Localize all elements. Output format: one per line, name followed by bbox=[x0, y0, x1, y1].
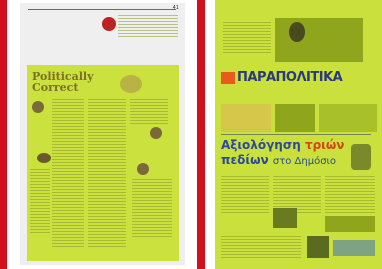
header-rule bbox=[28, 9, 176, 12]
right-divider bbox=[197, 0, 205, 269]
story-column-1 bbox=[221, 176, 269, 215]
banner-person bbox=[289, 22, 305, 42]
left-divider bbox=[0, 0, 7, 269]
top-banner-photo bbox=[275, 18, 363, 62]
portrait-3 bbox=[150, 127, 162, 139]
portrait-1 bbox=[32, 101, 44, 113]
article-column-2 bbox=[88, 99, 126, 249]
headline-line-2: πεδίων στο Δημόσιο bbox=[221, 153, 337, 167]
headline-line-1: Αξιολόγηση τριών bbox=[221, 138, 345, 152]
bottom-promo-right-2 bbox=[333, 240, 375, 256]
banner-text bbox=[223, 22, 271, 55]
logo-badge bbox=[221, 72, 235, 84]
masthead: ΠΑΡΑΠΟΛΙΤΙΚΑ bbox=[237, 70, 343, 85]
bottom-photo-1 bbox=[273, 208, 297, 228]
article-column-4 bbox=[30, 169, 50, 235]
bottom-text bbox=[221, 236, 301, 260]
caricature-icon bbox=[120, 75, 142, 93]
promo-box-3 bbox=[319, 104, 377, 132]
left-magazine-page[interactable]: 41 Politically Correct bbox=[20, 3, 185, 265]
story-column-3 bbox=[325, 176, 375, 215]
article-column-1 bbox=[52, 99, 84, 249]
article-column-5 bbox=[132, 179, 172, 239]
subhead-line bbox=[221, 134, 371, 137]
portrait-4 bbox=[137, 163, 149, 175]
author-photo bbox=[102, 17, 116, 31]
bottom-promo-right bbox=[325, 216, 375, 232]
article-column-3 bbox=[130, 99, 168, 126]
column-title: Politically Correct bbox=[32, 70, 94, 94]
promo-box-2 bbox=[275, 104, 315, 132]
photo-right-1 bbox=[351, 144, 371, 170]
portrait-2 bbox=[37, 153, 51, 163]
intro-text bbox=[118, 15, 178, 39]
right-newspaper-page[interactable]: ΠΑΡΑΠΟΛΙΤΙΚΑ Αξιολόγηση τριών πεδίων στο… bbox=[215, 0, 382, 269]
bottom-photo-2 bbox=[307, 236, 329, 258]
promo-box-1 bbox=[221, 104, 271, 132]
